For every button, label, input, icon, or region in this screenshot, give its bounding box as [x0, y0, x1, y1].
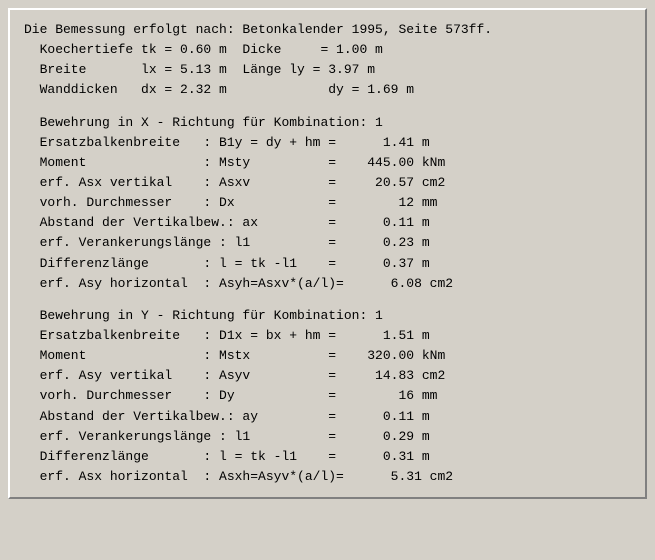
section-y-row-2: erf. Asy vertikal : Asyv = 14.83 cm2 [24, 366, 631, 386]
section-x-row-3: vorh. Durchmesser : Dx = 12 mm [24, 193, 631, 213]
section-y-row-6: Differenzlänge : l = tk -l1 = 0.31 m [24, 447, 631, 467]
section-x-row-5: erf. Verankerungslänge : l1 = 0.23 m [24, 233, 631, 253]
section-y-row-0: Ersatzbalkenbreite : D1x = bx + hm = 1.5… [24, 326, 631, 346]
section-x-row-2: erf. Asx vertikal : Asxv = 20.57 cm2 [24, 173, 631, 193]
section-y-row-3: vorh. Durchmesser : Dy = 16 mm [24, 386, 631, 406]
gap1 [24, 101, 631, 113]
section-y-row-4: Abstand der Vertikalbew.: ay = 0.11 m [24, 407, 631, 427]
gap2 [24, 294, 631, 306]
section-y: Bewehrung in Y - Richtung für Kombinatio… [24, 306, 631, 487]
section-x-row-4: Abstand der Vertikalbew.: ax = 0.11 m [24, 213, 631, 233]
section-x: Bewehrung in X - Richtung für Kombinatio… [24, 113, 631, 294]
section-y-row-5: erf. Verankerungslänge : l1 = 0.29 m [24, 427, 631, 447]
section-y-row-1: Moment : Mstx = 320.00 kNm [24, 346, 631, 366]
koechertiefe-line: Koechertiefe tk = 0.60 m Dicke = 1.00 m [24, 40, 631, 60]
header-line: Die Bemessung erfolgt nach: Betonkalende… [24, 20, 631, 40]
section-x-row-6: Differenzlänge : l = tk -l1 = 0.37 m [24, 254, 631, 274]
section-x-row-7: erf. Asy horizontal : Asyh=Asxv*(a/l)= 6… [24, 274, 631, 294]
main-container: Die Bemessung erfolgt nach: Betonkalende… [0, 0, 655, 560]
section-x-heading: Bewehrung in X - Richtung für Kombinatio… [24, 113, 631, 133]
section-x-row-0: Ersatzbalkenbreite : B1y = dy + hm = 1.4… [24, 133, 631, 153]
section-x-row-1: Moment : Msty = 445.00 kNm [24, 153, 631, 173]
section-y-heading: Bewehrung in Y - Richtung für Kombinatio… [24, 306, 631, 326]
geometry-lines: Koechertiefe tk = 0.60 m Dicke = 1.00 m … [24, 40, 631, 100]
section-y-row-7: erf. Asx horizontal : Asxh=Asyv*(a/l)= 5… [24, 467, 631, 487]
wanddicken-line: Wanddicken dx = 2.32 m dy = 1.69 m [24, 80, 631, 100]
content-box: Die Bemessung erfolgt nach: Betonkalende… [8, 8, 647, 499]
breite-line: Breite lx = 5.13 m Länge ly = 3.97 m [24, 60, 631, 80]
